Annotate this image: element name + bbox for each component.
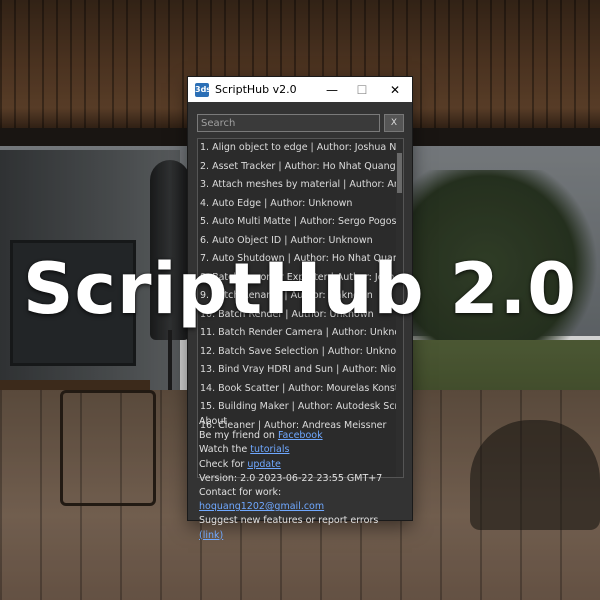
list-item[interactable]: 13. Bind Vray HDRI and Sun | Author: Nio…: [198, 361, 398, 380]
maximize-button[interactable]: ☐: [347, 77, 377, 102]
title-bar[interactable]: 3ds ScriptHub v2.0 — ☐ ✕: [188, 77, 412, 102]
friend-text: Be my friend on: [199, 430, 278, 442]
list-item[interactable]: 2. Asset Tracker | Author: Ho Nhat Quang: [198, 158, 398, 177]
about-friend-line: Be my friend on Facebook: [199, 429, 404, 443]
list-item[interactable]: 4. Auto Edge | Author: Unknown: [198, 195, 398, 214]
contact-text: Contact for work:: [199, 487, 282, 499]
about-heading: About: [199, 416, 228, 427]
about-contact-line: Contact for work: hoquang1202@gmail.com: [199, 486, 404, 514]
close-button[interactable]: ✕: [380, 77, 410, 102]
facebook-link[interactable]: Facebook: [278, 430, 323, 441]
about-suggest-line: Suggest new features or report errors (l…: [199, 514, 404, 542]
list-item[interactable]: 1. Align object to edge | Author: Joshua…: [198, 139, 398, 158]
search-input[interactable]: [197, 114, 380, 132]
search-row: X: [197, 114, 404, 132]
watch-text: Watch the: [199, 444, 251, 456]
app-icon: 3ds: [195, 82, 211, 97]
email-link[interactable]: hoquang1202@gmail.com: [199, 501, 324, 512]
clear-search-button[interactable]: X: [384, 114, 404, 132]
check-text: Check for: [199, 458, 248, 470]
tutorials-link[interactable]: tutorials: [250, 444, 289, 455]
window-title: ScriptHub v2.0: [215, 83, 297, 96]
report-link[interactable]: (link): [199, 530, 223, 541]
list-item[interactable]: 15. Building Maker | Author: Autodesk Sc…: [198, 398, 398, 417]
suggest-text: Suggest new features or report errors: [199, 515, 379, 527]
about-watch-line: Watch the tutorials: [199, 443, 404, 457]
update-link[interactable]: update: [247, 459, 280, 470]
about-check-line: Check for update: [199, 458, 404, 472]
minimize-button[interactable]: —: [317, 77, 347, 102]
list-item[interactable]: 14. Book Scatter | Author: Mourelas Kons…: [198, 380, 398, 399]
version-text: Version: 2.0 2023-06-22 23:55 GMT+7: [199, 472, 383, 484]
overlay-title: ScriptHub 2.0: [23, 248, 577, 330]
scroll-thumb[interactable]: [397, 153, 402, 193]
list-item[interactable]: 12. Batch Save Selection | Author: Unkno…: [198, 343, 398, 362]
about-section: About Be my friend on Facebook Watch the…: [197, 415, 404, 541]
list-item[interactable]: 3. Attach meshes by material | Author: A…: [198, 176, 398, 195]
list-item[interactable]: 5. Auto Multi Matte | Author: Sergo Pogo…: [198, 213, 398, 232]
